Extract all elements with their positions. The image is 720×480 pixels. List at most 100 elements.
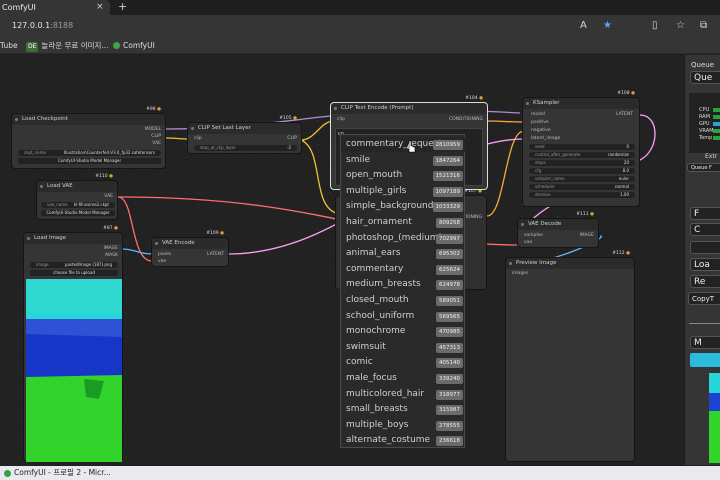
collections-icon[interactable]: ⧉ bbox=[700, 20, 707, 32]
extra-options-label: Extr bbox=[705, 153, 718, 160]
model-manager-button[interactable]: ComfyUI-Studio Model Manager bbox=[41, 210, 115, 216]
copy-text-button[interactable]: CopyT bbox=[688, 292, 720, 305]
panel-button-c[interactable]: C bbox=[690, 223, 720, 236]
read-aloud-icon[interactable]: A bbox=[580, 20, 587, 32]
autocomplete-item[interactable]: closed_mouth 589051 bbox=[341, 293, 466, 308]
input-samples[interactable]: samples bbox=[524, 233, 543, 239]
autocomplete-item[interactable]: smile 1847264 bbox=[341, 153, 466, 168]
autocomplete-item[interactable]: multiple_boys 278555 bbox=[341, 418, 466, 433]
output-vae[interactable]: VAE bbox=[104, 194, 113, 200]
seed-widget[interactable]: seed 0 bbox=[529, 144, 635, 150]
node-preview-image[interactable]: #112 Preview Image images bbox=[505, 251, 635, 462]
input-latent-image[interactable]: latent_image bbox=[531, 136, 560, 142]
autocomplete-item[interactable]: multicolored_hair 318977 bbox=[341, 387, 466, 402]
denoise-widget[interactable]: denoise 1.00 bbox=[529, 192, 635, 198]
autocomplete-item[interactable]: medium_breasts 624978 bbox=[341, 277, 466, 292]
node-load-vae[interactable]: #110 Load VAE VAE vae_name kl-f8-anime2.… bbox=[36, 174, 118, 220]
autocomplete-item[interactable]: open_mouth 1521316 bbox=[341, 168, 466, 183]
node-vae-decode[interactable]: #111 VAE Decode samples vae IMAGE bbox=[517, 212, 599, 248]
output-image[interactable]: IMAGE bbox=[103, 246, 118, 252]
input-positive[interactable]: positive bbox=[531, 120, 549, 126]
autocomplete-item[interactable]: small_breasts 315987 bbox=[341, 402, 466, 417]
autocomplete-item[interactable]: alternate_costume 236618 bbox=[341, 433, 466, 448]
autocomplete-item[interactable]: swimsuit 457313 bbox=[341, 340, 466, 355]
panel-button-blank[interactable] bbox=[690, 241, 720, 254]
node-load-checkpoint[interactable]: #98 Load Checkpoint MODEL CLIP VAE ckpt_… bbox=[11, 107, 166, 169]
autocomplete-item[interactable]: hair_ornament 809258 bbox=[341, 215, 466, 230]
bookmark-label: ComfyUI bbox=[123, 41, 155, 50]
scheduler-widget[interactable]: scheduler normal bbox=[529, 184, 635, 190]
widget-value: Illustration\Counterfeit-V3.0_fp32.safet… bbox=[63, 150, 155, 155]
input-vae[interactable]: vae bbox=[524, 240, 532, 246]
split-screen-icon[interactable]: ▯ bbox=[652, 20, 658, 32]
node-clip-set-last-layer[interactable]: #105 CLIP Set Last Layer clip CLIP stop_… bbox=[187, 116, 302, 154]
autocomplete-item[interactable]: comic 405140 bbox=[341, 355, 466, 370]
autocomplete-item[interactable]: school_uniform 569565 bbox=[341, 309, 466, 324]
widget-label: sampler_name bbox=[535, 176, 565, 181]
input-images[interactable]: images bbox=[512, 271, 528, 277]
new-tab-button[interactable]: + bbox=[118, 0, 127, 14]
autocomplete-item[interactable]: commentary_request 2810959 bbox=[341, 137, 466, 153]
cfg-widget[interactable]: cfg 8.0 bbox=[529, 168, 635, 174]
browser-tab[interactable]: ComfyUI × bbox=[0, 0, 110, 15]
output-model[interactable]: MODEL bbox=[145, 127, 161, 133]
input-model[interactable]: model bbox=[531, 112, 545, 118]
input-clip[interactable]: clip bbox=[194, 136, 202, 142]
output-latent[interactable]: LATENT bbox=[616, 112, 633, 118]
widget-label: control_after_generate bbox=[535, 152, 581, 157]
ckpt-name-widget[interactable]: ckpt_name Illustration\Counterfeit-V3.0_… bbox=[18, 150, 161, 156]
autocomplete-item[interactable]: multiple_girls 1097189 bbox=[341, 184, 466, 199]
queue-prompt-button[interactable]: Que bbox=[690, 71, 720, 84]
vae-name-widget[interactable]: vae_name kl-f8-anime2.ckpt bbox=[41, 202, 115, 208]
autocomplete-count: 318977 bbox=[436, 389, 463, 400]
autocomplete-item[interactable]: simple_background 1033329 bbox=[341, 199, 466, 214]
panel-button-f[interactable]: F bbox=[690, 207, 720, 220]
node-title: CLIP Text Encode (Prompt) bbox=[331, 103, 487, 114]
widget-value: kl-f8-anime2.ckpt bbox=[73, 202, 109, 207]
node-ksampler[interactable]: #108 KSampler model positive negative la… bbox=[522, 91, 640, 207]
node-vae-encode[interactable]: #109 VAE Encode pixels vae LATENT bbox=[151, 231, 229, 267]
stop-at-clip-layer-widget[interactable]: stop_at_clip_layer -2 bbox=[194, 145, 297, 151]
upload-button[interactable]: choose file to upload bbox=[30, 270, 118, 276]
favorites-icon[interactable]: ☆ bbox=[676, 20, 685, 32]
output-clip[interactable]: CLIP bbox=[151, 134, 161, 140]
autocomplete-item[interactable]: monochrome 470985 bbox=[341, 324, 466, 339]
queue-front-button[interactable]: Queue F bbox=[687, 163, 720, 172]
queue-panel: Queue Que CPU RAM GPU VRAM Temp Extr Que… bbox=[684, 55, 720, 465]
output-clip[interactable]: CLIP bbox=[287, 136, 297, 142]
url-field[interactable]: 127.0.0.1:8188 bbox=[12, 21, 73, 30]
input-clip[interactable]: clip bbox=[337, 117, 345, 123]
output-image[interactable]: IMAGE bbox=[579, 233, 594, 239]
output-latent[interactable]: LATENT bbox=[207, 252, 224, 258]
tab-close-icon[interactable]: × bbox=[96, 0, 104, 15]
input-negative[interactable]: negative bbox=[531, 128, 551, 134]
autocomplete-item[interactable]: male_focus 339240 bbox=[341, 371, 466, 386]
steps-widget[interactable]: steps 20 bbox=[529, 160, 635, 166]
favorite-star-icon[interactable]: ★ bbox=[603, 20, 612, 32]
autocomplete-count: 1033329 bbox=[432, 202, 463, 213]
autocomplete-item[interactable]: commentary 625624 bbox=[341, 262, 466, 277]
bookmark-badge: DE bbox=[26, 42, 39, 52]
input-pixels[interactable]: pixels bbox=[158, 252, 171, 258]
load-button[interactable]: Loa bbox=[690, 258, 720, 271]
bookmark-free-images[interactable]: DE 놀라운 무료 이미지... bbox=[26, 41, 109, 52]
bookmark-label: 놀라운 무료 이미지... bbox=[41, 41, 109, 50]
sampler-name-widget[interactable]: sampler_name euler bbox=[529, 176, 635, 182]
output-vae[interactable]: VAE bbox=[152, 141, 161, 147]
bookmark-comfyui[interactable]: ComfyUI bbox=[113, 41, 155, 51]
model-manager-button[interactable]: ComfyUI-Studio Model Manager bbox=[18, 158, 161, 164]
manager-button[interactable]: M bbox=[690, 336, 720, 349]
refresh-button[interactable]: Re bbox=[690, 275, 720, 288]
taskbar-item-browser[interactable]: ComfyUI - 프로필 2 - Micr... bbox=[2, 467, 124, 479]
input-vae[interactable]: vae bbox=[158, 259, 166, 265]
output-mask[interactable]: MASK bbox=[105, 253, 118, 259]
autocomplete-item[interactable]: animal_ears 695302 bbox=[341, 246, 466, 261]
bookmark-youtube[interactable]: Tube bbox=[0, 41, 18, 51]
node-load-image[interactable]: #87 Load Image IMAGE MASK image pastedIm… bbox=[23, 226, 123, 462]
autocomplete-item[interactable]: photoshop_(medium) 702997 bbox=[341, 231, 466, 246]
tag-autocomplete-dropdown[interactable]: commentary_request 2810959 smile 1847264 ope… bbox=[340, 134, 466, 448]
image-widget[interactable]: image pastedImage (187).png bbox=[30, 262, 118, 268]
control-after-generate-widget[interactable]: control_after_generate randomize bbox=[529, 152, 635, 158]
autocomplete-count: 236618 bbox=[436, 436, 463, 447]
output-conditioning[interactable]: CONDITIONING bbox=[449, 117, 483, 123]
